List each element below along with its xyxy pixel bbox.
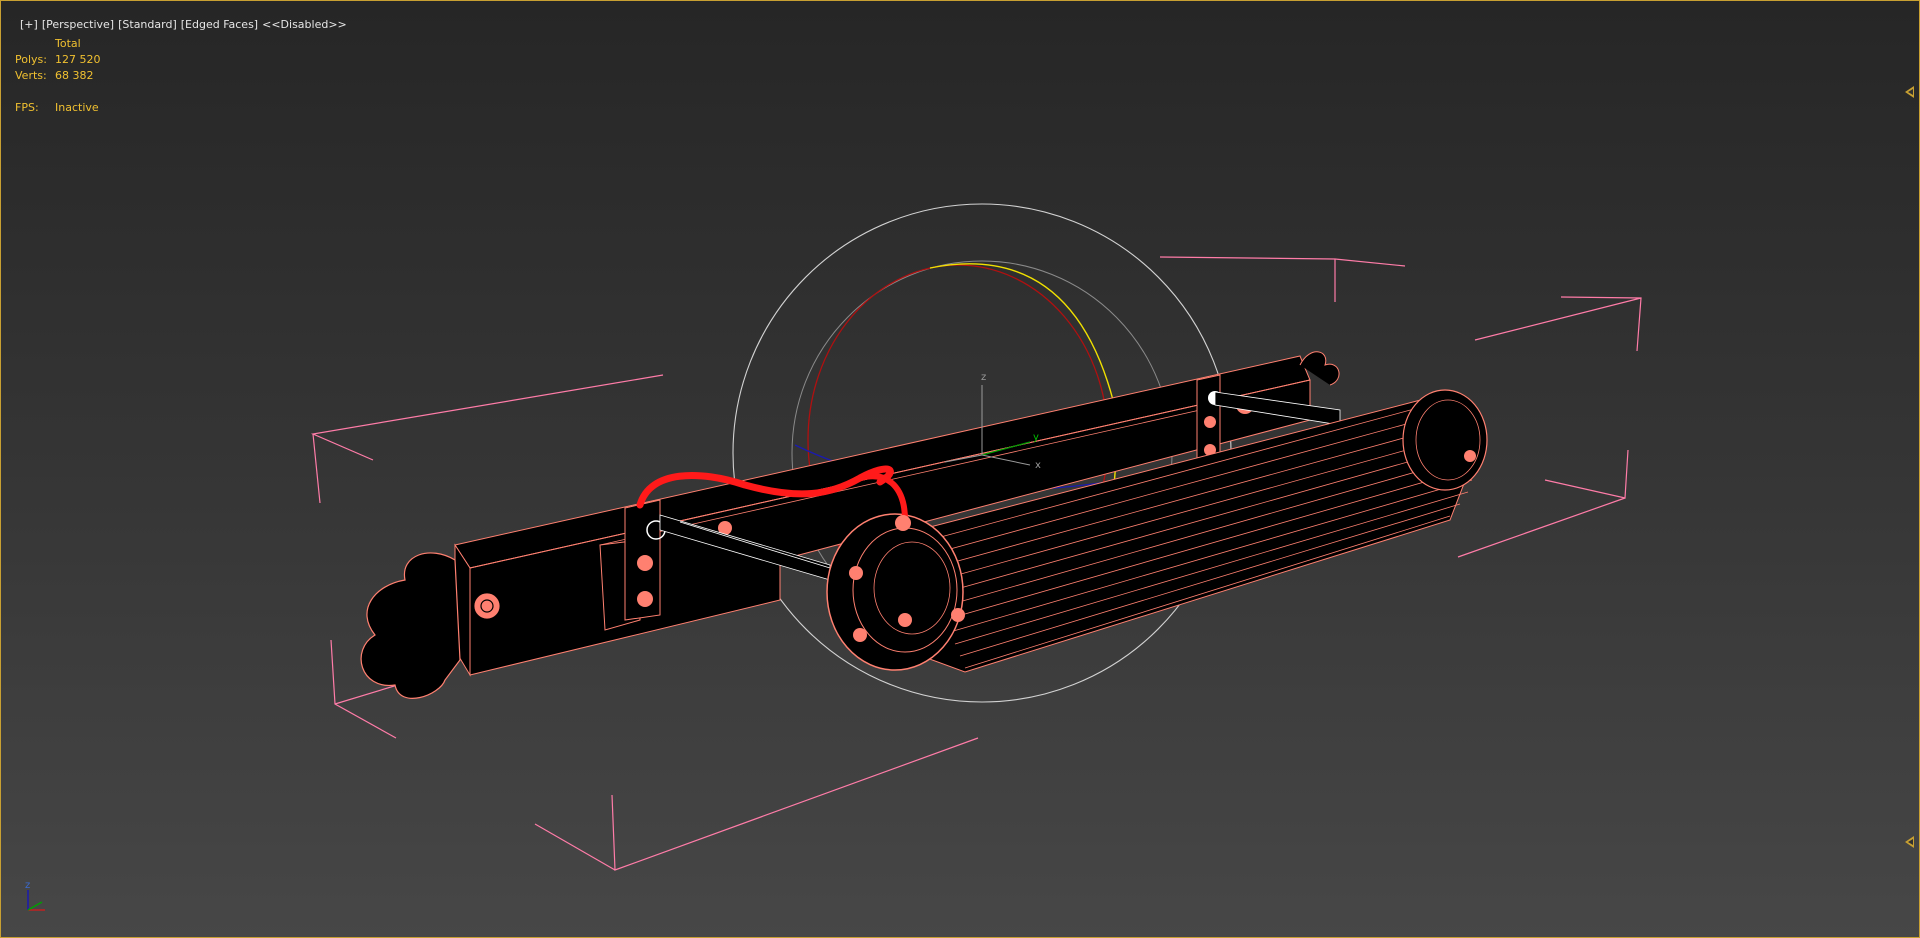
- expand-viewport-marker-icon[interactable]: [1905, 836, 1914, 848]
- viewport-status[interactable]: <<Disabled>>: [262, 18, 347, 31]
- viewport-shading-menu[interactable]: [Standard]: [118, 18, 177, 31]
- stats-verts-value: 68 382: [55, 69, 94, 82]
- stats-verts-label: Verts:: [15, 69, 47, 82]
- stats-total-label: Total: [55, 37, 81, 50]
- gizmo-y-label: y: [1033, 432, 1039, 443]
- stats-fps-label: FPS:: [15, 101, 39, 114]
- cylinder-front-cap[interactable]: [826, 513, 965, 671]
- axis-tripod-icon: z: [25, 880, 45, 911]
- viewport-plus-menu[interactable]: [+]: [20, 18, 38, 31]
- stats-fps-value: Inactive: [55, 101, 99, 114]
- gizmo-z-label: z: [981, 372, 986, 383]
- gizmo-x-label: x: [1035, 460, 1041, 471]
- tripod-z-label: z: [25, 880, 30, 891]
- stats-polys-value: 127 520: [55, 53, 101, 66]
- viewport-display-menu[interactable]: [Edged Faces]: [181, 18, 258, 31]
- scene-canvas[interactable]: z y x z: [0, 0, 1920, 938]
- perspective-viewport[interactable]: z y x z [+] [Perspective] [Standard] [Edged…: [0, 0, 1920, 938]
- expand-viewport-marker-icon[interactable]: [1905, 86, 1914, 98]
- viewport-pov-menu[interactable]: [Perspective]: [42, 18, 114, 31]
- stats-polys-label: Polys:: [15, 53, 47, 66]
